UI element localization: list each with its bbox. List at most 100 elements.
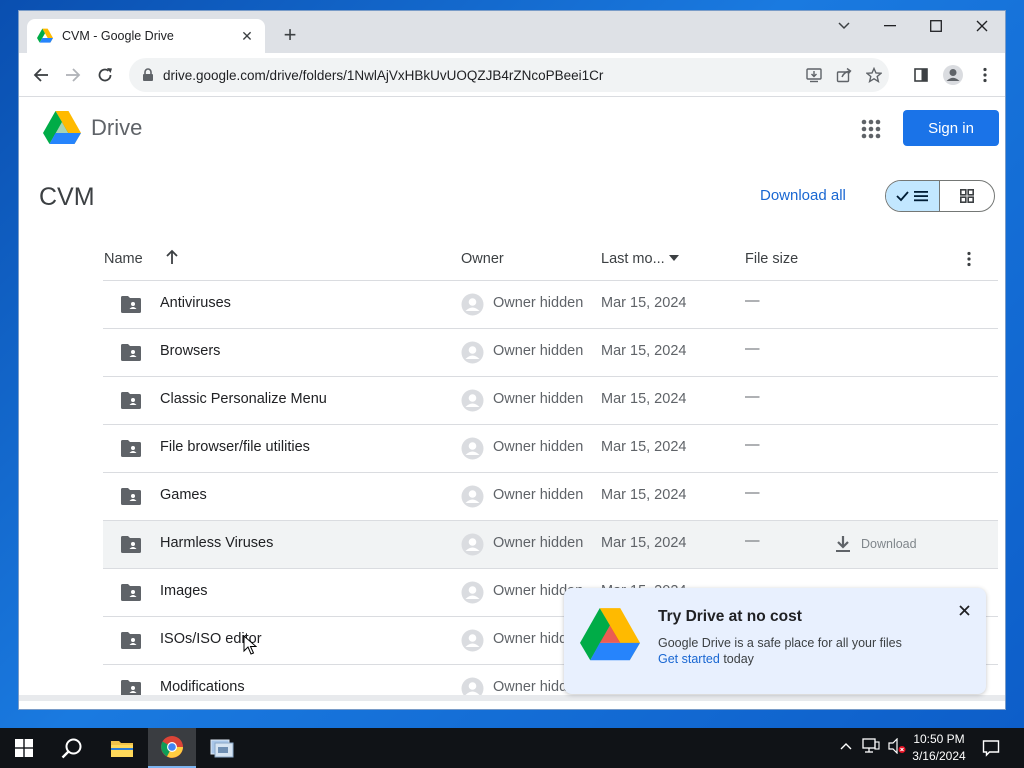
grid-view-icon [960, 189, 974, 203]
browser-window: CVM - Google Drive ✕ + drive.google.com/… [18, 10, 1006, 710]
file-explorer-button[interactable] [98, 728, 146, 768]
forward-arrow-icon [66, 68, 81, 82]
tab-strip: CVM - Google Drive ✕ + [19, 11, 1005, 53]
forward-button[interactable] [59, 61, 87, 89]
drive-page: Drive Sign in CVM Download all Name Owne… [19, 97, 1005, 701]
last-modified-text: Mar 15, 2024 [601, 535, 687, 551]
owner-avatar-icon [461, 341, 484, 364]
folder-icon [111, 741, 133, 757]
share-icon[interactable] [829, 60, 859, 90]
profile-button[interactable] [939, 61, 967, 89]
search-button[interactable] [48, 728, 96, 768]
close-icon [958, 604, 970, 616]
lock-icon [143, 68, 153, 81]
drive-app-name[interactable]: Drive [91, 115, 142, 141]
row-download-button[interactable]: Download [835, 535, 917, 553]
table-row[interactable]: File browser/file utilities Owner hidden M… [103, 425, 998, 473]
table-row[interactable]: Browsers Owner hidden Mar 15, 2024 — [103, 329, 998, 377]
table-row[interactable]: Harmless Viruses Owner hidden Mar 15, 2024… [103, 521, 998, 569]
column-last-modified[interactable]: Last mo... [601, 251, 665, 267]
shared-folder-icon [121, 296, 141, 313]
owner-text: Owner hidden [493, 439, 584, 455]
clock-date: 3/16/2024 [912, 749, 966, 763]
shared-folder-icon [121, 584, 141, 601]
tab-close-icon[interactable]: ✕ [239, 28, 255, 45]
list-view-button[interactable] [886, 181, 941, 211]
side-panel-button[interactable] [907, 61, 935, 89]
maximize-button[interactable] [913, 11, 959, 41]
get-started-link[interactable]: Get started [658, 652, 720, 666]
system-tray [840, 738, 906, 754]
side-panel-icon [914, 68, 928, 82]
table-row[interactable]: Classic Personalize Menu Owner hidden Mar … [103, 377, 998, 425]
last-modified-text: Mar 15, 2024 [601, 391, 687, 407]
table-row[interactable]: Antiviruses Owner hidden Mar 15, 2024 — [103, 281, 998, 329]
shared-folder-icon [121, 632, 141, 649]
back-button[interactable] [27, 61, 55, 89]
network-icon[interactable] [862, 738, 880, 754]
chrome-taskbar-button[interactable] [148, 728, 196, 768]
tab-search-icon[interactable] [821, 11, 867, 41]
sort-arrow-up-icon[interactable] [165, 249, 179, 265]
file-size-text: — [745, 293, 760, 309]
shared-folder-icon [121, 536, 141, 553]
app-window-icon [210, 739, 234, 758]
last-modified-text: Mar 15, 2024 [601, 343, 687, 359]
file-name[interactable]: Antiviruses [160, 295, 231, 311]
promo-close-button[interactable] [954, 600, 974, 620]
column-name[interactable]: Name [104, 251, 143, 267]
owner-avatar-icon [461, 389, 484, 412]
file-size-text: — [745, 341, 760, 357]
file-name[interactable]: Harmless Viruses [160, 535, 273, 551]
file-name[interactable]: Browsers [160, 343, 220, 359]
browser-menu-button[interactable] [971, 61, 999, 89]
reload-button[interactable] [91, 61, 119, 89]
action-center-icon [982, 740, 1000, 757]
file-name[interactable]: Modifications [160, 679, 245, 695]
file-size-text: — [745, 485, 760, 501]
taskbar-clock[interactable]: 10:50 PM 3/16/2024 [904, 731, 974, 765]
promo-text-2: Get started today [658, 652, 754, 666]
shared-folder-icon [121, 344, 141, 361]
owner-avatar-icon [461, 629, 484, 652]
minimize-button[interactable] [867, 11, 913, 41]
google-drive-logo-icon [43, 111, 81, 144]
taskbar: 10:50 PM 3/16/2024 [0, 728, 1024, 768]
close-window-button[interactable] [959, 11, 1005, 41]
table-row[interactable]: Games Owner hidden Mar 15, 2024 — [103, 473, 998, 521]
tray-chevron-up-icon[interactable] [840, 742, 852, 750]
chrome-icon [161, 736, 183, 758]
google-apps-icon[interactable] [857, 115, 885, 143]
grid-view-button[interactable] [940, 181, 994, 211]
bookmark-star-icon[interactable] [859, 60, 889, 90]
last-modified-text: Mar 15, 2024 [601, 439, 687, 455]
folder-title: CVM [39, 183, 95, 211]
sign-in-button[interactable]: Sign in [903, 110, 999, 146]
owner-text: Owner hidden [493, 343, 584, 359]
column-owner[interactable]: Owner [461, 251, 504, 267]
owner-avatar-icon [461, 485, 484, 508]
app-taskbar-button[interactable] [198, 728, 246, 768]
owner-text: Owner hidden [493, 487, 584, 503]
new-tab-button[interactable]: + [277, 23, 303, 49]
notifications-button[interactable] [968, 728, 1014, 768]
start-button[interactable] [0, 728, 48, 768]
browser-tab[interactable]: CVM - Google Drive ✕ [27, 19, 265, 53]
column-file-size[interactable]: File size [745, 251, 798, 267]
horizontal-scrollbar[interactable] [19, 695, 1005, 701]
promo-text: Google Drive is a safe place for all you… [658, 636, 902, 650]
download-all-button[interactable]: Download all [760, 187, 846, 204]
search-icon [61, 738, 82, 759]
file-size-text: — [745, 389, 760, 405]
file-name[interactable]: Classic Personalize Menu [160, 391, 327, 407]
more-options-icon[interactable] [967, 251, 971, 267]
install-app-icon[interactable] [799, 60, 829, 90]
file-name[interactable]: File browser/file utilities [160, 439, 310, 455]
view-toggle [885, 180, 995, 212]
address-bar[interactable]: drive.google.com/drive/folders/1NwlAjVxH… [129, 58, 889, 92]
caret-down-icon[interactable] [669, 255, 679, 261]
file-name[interactable]: Games [160, 487, 207, 503]
file-name[interactable]: Images [160, 583, 208, 599]
file-size-text: — [745, 437, 760, 453]
promo-text-suffix: today [719, 652, 754, 666]
